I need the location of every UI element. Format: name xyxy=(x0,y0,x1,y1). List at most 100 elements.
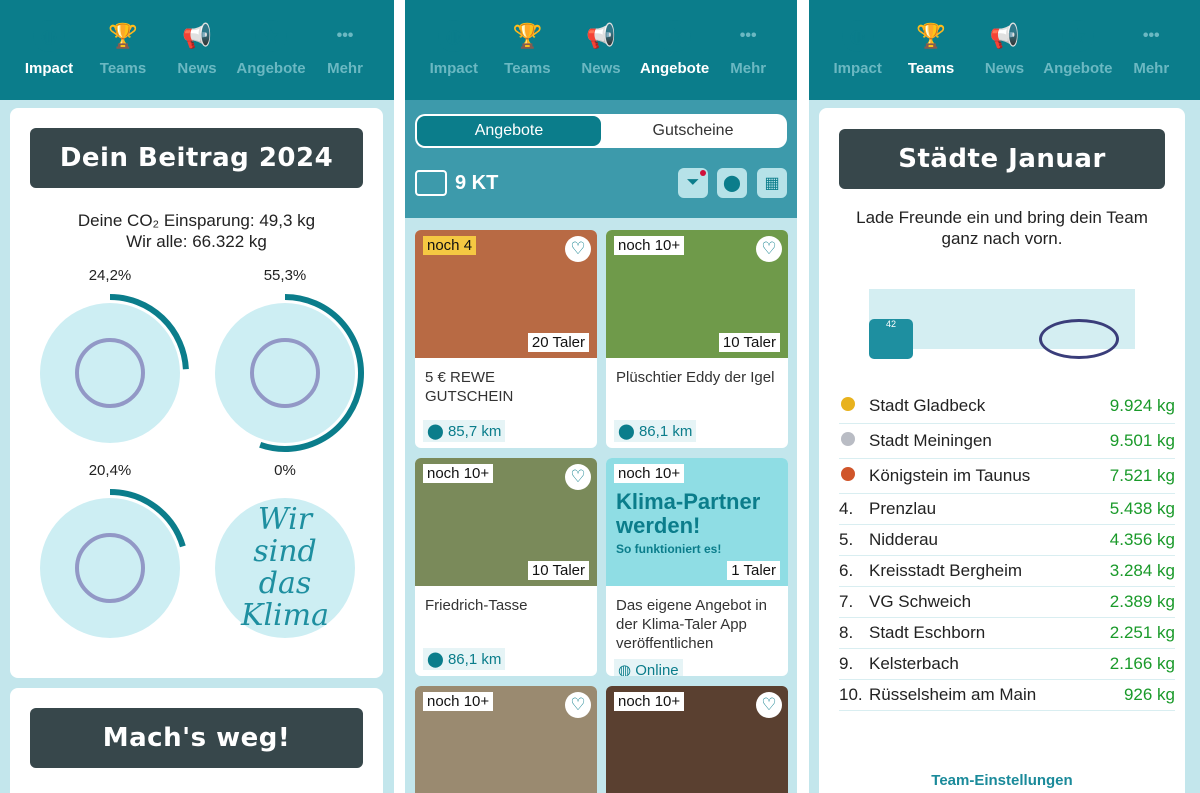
offer-card[interactable]: noch 10+ ♡ 10 Taler Friedrich-Tasse ⬤ 86,1 k… xyxy=(415,458,597,676)
map-pin-icon: ⬤ xyxy=(618,423,635,440)
team-co2-value: 926 kg xyxy=(1123,685,1175,704)
team-co2-value: 9.501 kg xyxy=(1109,431,1175,450)
tab-label: Impact xyxy=(24,60,74,77)
tab-mehr[interactable]: ••• Mehr xyxy=(714,20,782,100)
tab-impact[interactable]: ◍ Impact xyxy=(15,20,83,100)
tab-impact[interactable]: ◍ Impact xyxy=(824,20,892,100)
star-icon: ★ xyxy=(1061,20,1094,52)
tab-news[interactable]: 📢 News xyxy=(567,20,635,100)
megaphone-icon: 📢 xyxy=(586,22,616,50)
ranking-row[interactable]: 5. Nidderau 4.356 kg xyxy=(839,525,1175,556)
more-icon: ••• xyxy=(1142,27,1160,44)
tab-news[interactable]: 📢 News xyxy=(970,20,1038,100)
tab-impact[interactable]: ◍ Impact xyxy=(420,20,488,100)
team-co2-value: 3.284 kg xyxy=(1109,561,1175,580)
offer-location: ⬤ 85,7 km xyxy=(423,420,506,442)
tab-angebote[interactable]: ★ Angebote xyxy=(640,20,709,100)
tab-label: Mehr xyxy=(327,60,363,77)
favorite-heart-icon[interactable]: ♡ xyxy=(756,236,782,262)
team-name: Kelsterbach xyxy=(869,654,959,673)
card-title: Städte Januar xyxy=(839,129,1165,189)
offer-image: noch 10+ ♡ xyxy=(415,686,597,793)
favorite-heart-icon[interactable]: ♡ xyxy=(565,692,591,718)
tab-angebote[interactable]: ★ Angebote xyxy=(236,20,306,100)
tab-teams[interactable]: 🏆 Teams xyxy=(89,20,157,100)
rank-number: 5. xyxy=(839,530,854,549)
category-ring xyxy=(40,489,186,638)
ranking-card: Städte Januar Lade Freunde ein und bring… xyxy=(819,108,1185,793)
offer-card[interactable]: Klima-Partner werden! So funktioniert es!… xyxy=(606,458,788,676)
ranking-row[interactable]: 7. VG Schweich 2.389 kg xyxy=(839,587,1175,618)
favorite-heart-icon[interactable]: ♡ xyxy=(565,464,591,490)
ranking-row[interactable]: Stadt Gladbeck 9.924 kg xyxy=(839,389,1175,424)
rank-number: 7. xyxy=(839,592,854,611)
team-name: Stadt Eschborn xyxy=(869,623,986,642)
offer-card[interactable]: noch 10+ ♡ xyxy=(606,686,788,793)
bus-illustration: 42 xyxy=(869,319,913,359)
star-icon: ★ xyxy=(255,20,287,52)
stock-badge: noch 10+ xyxy=(614,236,685,255)
qr-button[interactable]: ▦ xyxy=(757,168,787,198)
map-pin-icon: ⬤ xyxy=(723,175,741,192)
team-name: Kreisstadt Bergheim xyxy=(869,561,1023,580)
tab-mehr[interactable]: ••• Mehr xyxy=(311,20,379,100)
team-name: Rüsselsheim am Main xyxy=(869,685,1037,704)
tab-teams[interactable]: 🏆 Teams xyxy=(493,20,561,100)
cyclist-illustration xyxy=(1039,319,1119,359)
ranking-row[interactable]: 6. Kreisstadt Bergheim 3.284 kg xyxy=(839,556,1175,587)
tab-label: Teams xyxy=(907,60,955,77)
offer-card[interactable]: noch 4 ♡ 20 Taler 5 € REWE GUTSCHEIN ⬤ 85,7 … xyxy=(415,230,597,448)
team-name: Stadt Meiningen xyxy=(869,431,992,450)
favorite-heart-icon[interactable]: ♡ xyxy=(756,692,782,718)
ranking-row[interactable]: 9. Kelsterbach 2.166 kg xyxy=(839,649,1175,680)
team-name: Prenzlau xyxy=(869,499,937,518)
ranking-row[interactable]: Königstein im Taunus 7.521 kg xyxy=(839,459,1175,494)
ranking-row[interactable]: 8. Stadt Eschborn 2.251 kg xyxy=(839,618,1175,649)
tab-angebote[interactable]: Angebote xyxy=(417,116,601,146)
promo-subtitle: So funktioniert es! xyxy=(616,542,722,556)
balance-value: 9 KT xyxy=(455,171,499,194)
tab-label: News xyxy=(581,60,621,77)
tab-bar: ◍ Impact 🏆 Teams 📢 News ★ Angebote ••• Mehr xyxy=(405,0,797,100)
team-co2-value: 2.389 kg xyxy=(1109,592,1175,611)
ranking-row[interactable]: 4. Prenzlau 5.438 kg xyxy=(839,494,1175,525)
offer-card[interactable]: noch 10+ ♡ xyxy=(415,686,597,793)
ranking-row[interactable]: Stadt Meiningen 9.501 kg xyxy=(839,424,1175,459)
category-percent: 0% xyxy=(274,462,296,479)
tab-angebote[interactable]: ★ Angebote xyxy=(1043,20,1112,100)
tab-mehr[interactable]: ••• Mehr xyxy=(1117,20,1185,100)
ranking-row[interactable]: 10. Rüsselsheim am Main 926 kg xyxy=(839,680,1175,711)
filter-button[interactable]: ⏷ xyxy=(678,168,708,198)
location-button[interactable]: ⬤ xyxy=(717,168,747,198)
team-settings-link[interactable]: Team-Einstellungen xyxy=(819,772,1185,789)
slogan-text: Wir sind das Klima xyxy=(241,502,329,633)
offers-toolbar: Angebote Gutscheine 9 KT ⏷ ⬤ ▦ xyxy=(405,100,797,218)
favorite-heart-icon[interactable]: ♡ xyxy=(565,236,591,262)
bus-tram-icon xyxy=(75,533,145,603)
globe-icon: ◍ xyxy=(33,20,65,52)
tab-label: News xyxy=(177,60,217,77)
map-pin-icon: ⬤ xyxy=(427,651,444,668)
price-badge: 1 Taler xyxy=(727,561,780,580)
offer-location: ⬤ 86,1 km xyxy=(423,648,506,670)
tab-label: Teams xyxy=(99,60,147,77)
tab-label: Mehr xyxy=(730,60,767,77)
filter-icon: ⏷ xyxy=(686,174,700,191)
mach-weg-card: Mach's weg! xyxy=(10,688,383,793)
trophy-icon: 🏆 xyxy=(108,22,138,50)
tab-teams[interactable]: 🏆 Teams xyxy=(897,20,965,100)
tab-gutscheine[interactable]: Gutscheine xyxy=(601,116,785,146)
stock-badge: noch 10+ xyxy=(423,692,494,711)
offers-screen: ◍ Impact 🏆 Teams 📢 News ★ Angebote ••• Mehr Angeb… xyxy=(405,0,797,793)
offer-image: noch 10+ ♡ xyxy=(606,686,788,793)
price-badge: 10 Taler xyxy=(527,561,589,580)
offer-image: Klima-Partner werden! So funktioniert es!… xyxy=(606,458,788,586)
rank-number: 4. xyxy=(839,499,854,518)
tab-label: Teams xyxy=(504,60,551,77)
rank-number: 10. xyxy=(839,685,863,704)
offer-card[interactable]: noch 10+ ♡ 10 Taler Plüschtier Eddy der Ige… xyxy=(606,230,788,448)
card-title: Mach's weg! xyxy=(30,708,363,768)
tab-news[interactable]: 📢 News xyxy=(163,20,231,100)
medal-icon xyxy=(839,396,869,416)
offer-image: noch 10+ ♡ 10 Taler xyxy=(606,230,788,358)
